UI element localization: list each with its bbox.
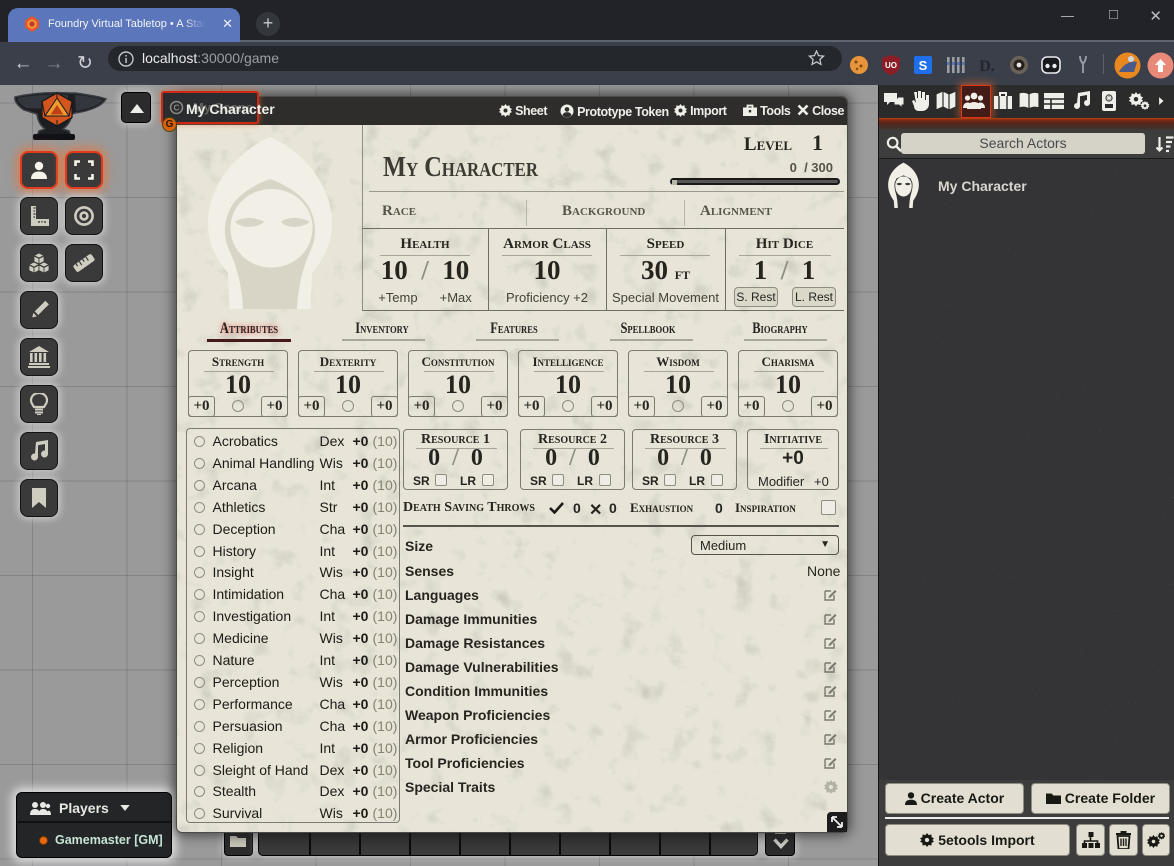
svg-text:C: C bbox=[173, 103, 179, 113]
svg-text:S: S bbox=[919, 58, 928, 73]
svg-text:UO: UO bbox=[885, 61, 897, 70]
svg-text:D.: D. bbox=[979, 58, 995, 75]
